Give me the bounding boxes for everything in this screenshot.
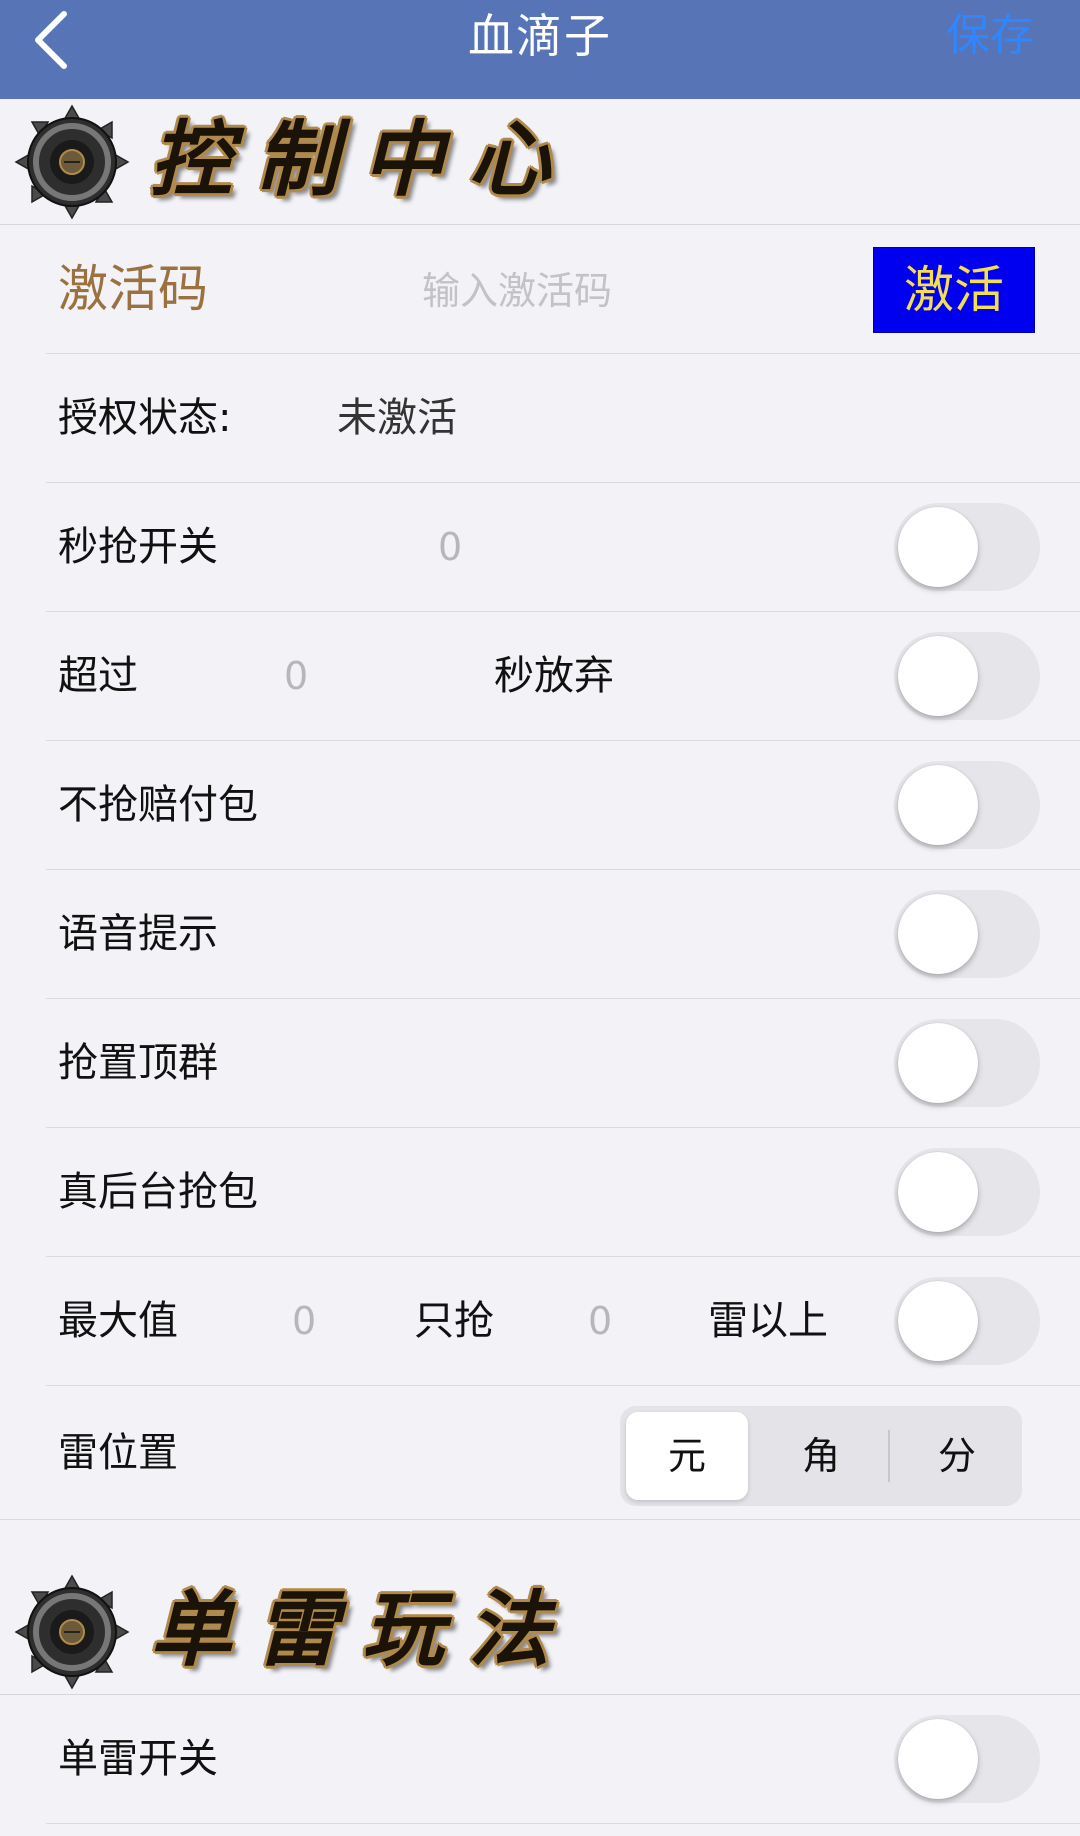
voice-tip-toggle[interactable] bbox=[894, 890, 1040, 978]
only-grab-field[interactable]: 0 bbox=[588, 1257, 612, 1386]
auth-status-row: 授权状态: 未激活 bbox=[0, 354, 1080, 483]
seckill-seconds-field[interactable]: 0 bbox=[438, 483, 462, 612]
voice-tip-label: 语音提示 bbox=[58, 911, 218, 957]
only-grab-label: 只抢 bbox=[414, 1298, 494, 1344]
mine-position-segmented-control: 元 角 分 bbox=[620, 1406, 1022, 1506]
mine-position-row: 雷位置 元 角 分 bbox=[0, 1386, 1080, 1520]
toggle-knob bbox=[898, 636, 978, 716]
max-value-label: 最大值 bbox=[58, 1298, 178, 1344]
segment-yuan[interactable]: 元 bbox=[626, 1412, 748, 1500]
voice-tip-row: 语音提示 bbox=[0, 870, 1080, 999]
section-banner-single-mine: 单雷玩法 bbox=[0, 1570, 1080, 1695]
toggle-knob bbox=[898, 765, 978, 845]
segment-fen[interactable]: 分 bbox=[896, 1412, 1018, 1500]
pinned-group-label: 抢置顶群 bbox=[58, 1040, 218, 1086]
max-value-field[interactable]: 0 bbox=[292, 1257, 316, 1386]
spiked-disc-emblem-icon bbox=[14, 104, 130, 220]
timeout-label: 超过 bbox=[58, 653, 138, 699]
background-grab-toggle[interactable] bbox=[894, 1148, 1040, 1236]
section-title: 单雷玩法 bbox=[150, 1582, 574, 1678]
toggle-knob bbox=[898, 1281, 978, 1361]
mine-above-label: 雷以上 bbox=[708, 1298, 828, 1344]
no-compensation-row: 不抢赔付包 bbox=[0, 741, 1080, 870]
max-value-row: 最大值 0 只抢 0 雷以上 bbox=[0, 1257, 1080, 1386]
timeout-row: 超过 0 秒放弃 bbox=[0, 612, 1080, 741]
segment-jiao[interactable]: 角 bbox=[760, 1412, 882, 1500]
activation-label: 激活码 bbox=[58, 260, 208, 318]
timeout-suffix-label: 秒放弃 bbox=[494, 653, 614, 699]
single-mine-toggle[interactable] bbox=[894, 1715, 1040, 1803]
auth-status-label: 授权状态: bbox=[58, 395, 232, 441]
save-button[interactable]: 保存 bbox=[946, 0, 1034, 72]
seckill-label: 秒抢开关 bbox=[58, 524, 218, 570]
section-banner-control-center: 控制中心 bbox=[0, 100, 1080, 225]
activation-code-input[interactable] bbox=[420, 257, 804, 325]
segment-divider bbox=[888, 1430, 890, 1482]
toggle-knob bbox=[898, 1023, 978, 1103]
mine-position-label: 雷位置 bbox=[58, 1430, 178, 1476]
pinned-group-row: 抢置顶群 bbox=[0, 999, 1080, 1128]
page-title: 血滴子 bbox=[468, 9, 612, 63]
single-mine-row: 单雷开关 bbox=[0, 1695, 1080, 1824]
background-grab-row: 真后台抢包 bbox=[0, 1128, 1080, 1257]
seckill-toggle[interactable] bbox=[894, 503, 1040, 591]
activation-row: 激活码 激活 bbox=[0, 225, 1080, 354]
toggle-knob bbox=[898, 1152, 978, 1232]
seckill-row: 秒抢开关 0 bbox=[0, 483, 1080, 612]
pinned-group-toggle[interactable] bbox=[894, 1019, 1040, 1107]
activate-button[interactable]: 激活 bbox=[873, 247, 1035, 333]
spiked-disc-emblem-icon bbox=[14, 1574, 130, 1690]
timeout-seconds-field[interactable]: 0 bbox=[284, 612, 308, 741]
toggle-knob bbox=[898, 1719, 978, 1799]
section-title: 控制中心 bbox=[150, 112, 574, 208]
background-grab-label: 真后台抢包 bbox=[58, 1169, 258, 1215]
nav-bar: 血滴子 保存 bbox=[0, 0, 1080, 99]
no-compensation-label: 不抢赔付包 bbox=[58, 782, 258, 828]
timeout-toggle[interactable] bbox=[894, 632, 1040, 720]
auth-status-value: 未激活 bbox=[337, 395, 457, 441]
toggle-knob bbox=[898, 507, 978, 587]
single-mine-label: 单雷开关 bbox=[58, 1736, 218, 1782]
max-value-toggle[interactable] bbox=[894, 1277, 1040, 1365]
toggle-knob bbox=[898, 894, 978, 974]
no-compensation-toggle[interactable] bbox=[894, 761, 1040, 849]
